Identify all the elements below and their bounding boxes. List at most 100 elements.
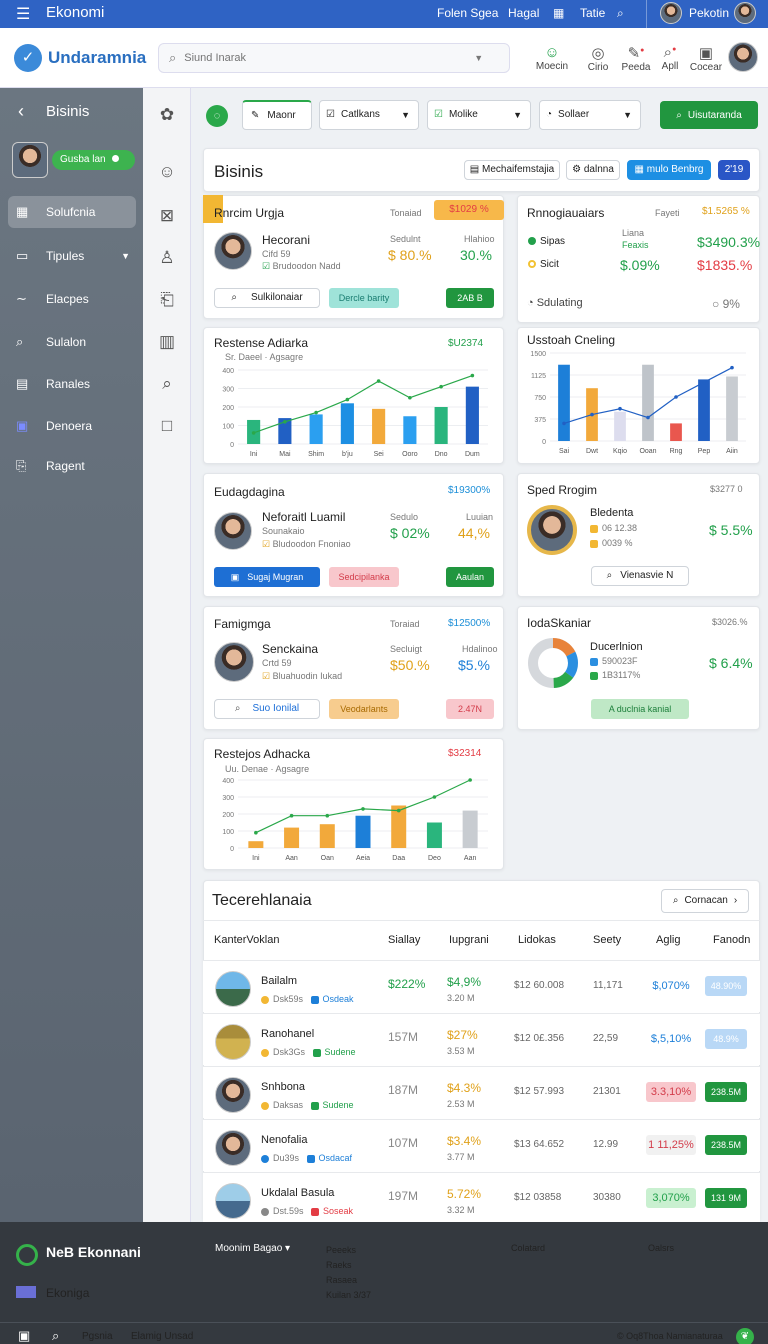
table-header-cell[interactable]: Siallay — [388, 934, 420, 946]
table-header-cell[interactable]: Aglig — [656, 934, 680, 946]
card-tag-button[interactable]: Veodarlants — [329, 699, 399, 719]
table-header-cell[interactable]: Fanodn — [713, 934, 750, 946]
briefcase-icon[interactable]: ▥ — [143, 332, 191, 352]
card-title: Rnnogiauaiars — [527, 206, 605, 220]
sidebar-item-elacpes[interactable]: ∼ Elacpes — [8, 283, 136, 315]
card-search-button[interactable]: ⌕ Sulkilonaiar — [214, 288, 320, 308]
dropdown-label: Catlkans — [340, 109, 380, 120]
donut-chart — [528, 638, 578, 688]
primary-button[interactable]: ⌕ Uisutaranda — [660, 101, 758, 129]
square-icon[interactable]: □ — [143, 416, 191, 436]
table-header-cell[interactable]: Iupgrani — [449, 934, 489, 946]
grid-icon[interactable]: ▦ — [553, 6, 564, 20]
row-cell: 5.72% — [447, 1187, 482, 1201]
row-cell-badge: $,5,10% — [650, 1033, 692, 1045]
footer-sub[interactable]: Ekoniga — [46, 1286, 89, 1300]
card-tag-button[interactable]: Sedcipilanka — [329, 567, 399, 587]
sidebar-item-tipules[interactable]: ▭ Tipules ▼ — [8, 240, 136, 272]
search-input[interactable] — [184, 52, 475, 64]
tag-dot-icon — [261, 1207, 269, 1216]
footer-link[interactable]: Raeks — [326, 1258, 371, 1273]
panel-button-4[interactable]: 2'19 — [718, 160, 750, 180]
row-sub: Liana — [622, 228, 645, 238]
avatar[interactable] — [12, 142, 48, 178]
card-action-button[interactable]: Aaulan — [446, 567, 494, 587]
search-icon[interactable]: ⌕ — [143, 374, 191, 394]
leaf-icon[interactable]: ❦ — [736, 1328, 754, 1344]
footer-link[interactable]: Kuilan 3/37 — [326, 1288, 371, 1303]
tab-maonr[interactable]: ✎ Maonr — [242, 100, 312, 130]
top-link-1[interactable]: Folen Sgea — [437, 6, 498, 20]
header-icon-person[interactable]: ☺ Moecin — [530, 44, 574, 72]
avatar[interactable] — [734, 2, 756, 24]
settings-icon[interactable]: ✿ — [143, 105, 191, 125]
leaf-icon[interactable]: ◌ — [206, 105, 228, 127]
top-link-2[interactable]: Hagal — [508, 6, 539, 20]
footer-link[interactable]: Elamig Unsad — [131, 1331, 193, 1342]
row-action-badge[interactable]: 131 9M — [705, 1188, 747, 1208]
hamburger-icon[interactable]: ☰ — [16, 4, 30, 24]
panel-button-2[interactable]: ⚙ dalnna — [566, 160, 620, 180]
header-icon-doc[interactable]: ▣ Cocear — [684, 44, 728, 73]
table-header-cell[interactable]: Seety — [593, 934, 621, 946]
status-badge[interactable]: Gusba lan — [52, 150, 135, 170]
inbox-icon[interactable]: ⊠ — [143, 206, 191, 226]
back-icon[interactable]: ‹ — [18, 101, 24, 122]
logo-icon[interactable]: ✓ — [14, 44, 42, 72]
row-action-badge[interactable]: 48.90% — [705, 976, 747, 996]
row-action-badge[interactable]: 238.5M — [705, 1135, 747, 1155]
top-link-3[interactable]: Tatie — [580, 6, 605, 20]
table-row[interactable]: Ukdalal Basula Dst.59s Soseak 197M 5.72% 3.3… — [203, 1172, 760, 1224]
table-row[interactable]: Snhbona Daksas Sudene 187M $4.3% 2.53 M $12 5… — [203, 1066, 760, 1118]
sidebar-item-ragent[interactable]: ⎘ Ragent — [8, 450, 136, 482]
panel-search-button[interactable]: ▤ Mechaifemstajia — [464, 160, 560, 180]
row-cell: $3.4% — [447, 1134, 482, 1148]
sidebar-item-solufcnia[interactable]: ▦ Solufcnia — [8, 196, 136, 228]
table-header-cell[interactable]: Lidokas — [518, 934, 556, 946]
people-icon[interactable]: ♙ — [143, 248, 191, 268]
card-view-button[interactable]: ⌕ Vienasvie N — [591, 566, 689, 586]
search-icon[interactable]: ⌕ — [52, 1328, 59, 1344]
search-icon[interactable]: ⌕ — [617, 6, 624, 21]
footer-menu[interactable]: Moonim Bagao ▾ — [215, 1243, 290, 1254]
card-line-1: 590023F — [590, 656, 638, 666]
table-row[interactable]: Ranohanel Dsk3Gs Sudene 157M $27% 3.53 M $12 … — [203, 1013, 760, 1065]
sidebar-item-label: Solufcnia — [46, 205, 96, 219]
footer-link[interactable]: Rasaea — [326, 1273, 371, 1288]
avatar[interactable] — [660, 2, 682, 24]
chart-point — [468, 778, 472, 782]
table-header-cell[interactable]: KanterVoklan — [214, 934, 279, 946]
card-action-button[interactable]: 2.47N — [446, 699, 494, 719]
table-row[interactable]: Bailalm Dsk59s Osdeak $222% $4,9% 3.20 M $12 … — [203, 960, 760, 1012]
panel-button-3[interactable]: ▦ mulo Benbrg — [627, 160, 711, 180]
user-icon[interactable]: ☺ — [143, 162, 191, 182]
search-icon: ⌕ — [672, 895, 679, 906]
table-row[interactable]: Nenofalia Du39s Osdacaf 107M $3.4% 3.77 M $13… — [203, 1119, 760, 1171]
row-action-badge[interactable]: 48.9% — [705, 1029, 747, 1049]
footer-col-heading: Colatard — [511, 1243, 546, 1253]
row-action-badge[interactable]: 238.5M — [705, 1082, 747, 1102]
card-tag-button[interactable]: Dercle barity — [329, 288, 399, 308]
y-tick-label: 200 — [222, 812, 234, 819]
sidebar-item-denoera[interactable]: ▣ Denoera — [8, 410, 136, 442]
card-search-button[interactable]: ⌕ Suo Ionilal — [214, 699, 320, 719]
dropdown-molike[interactable]: ☑ Molike ▼ — [427, 100, 531, 130]
card-action-button[interactable]: 2AB B — [446, 288, 494, 308]
user-name[interactable]: Pekotin — [689, 6, 729, 20]
search-box[interactable]: ⌕ ▼ — [158, 43, 510, 73]
logo-text[interactable]: Undaramnia — [48, 48, 146, 68]
table-title: Tecerehlanaia — [212, 892, 312, 909]
square-icon[interactable]: ▣ — [18, 1328, 30, 1344]
sidebar-item-sulalon[interactable]: ⌕ Sulalon — [8, 326, 136, 358]
footer-link[interactable]: Pgsnia — [82, 1331, 113, 1342]
footer-link[interactable]: Peeeks — [326, 1243, 371, 1258]
card-action-button[interactable]: A duclnia kanial — [591, 699, 689, 719]
dropdown-catlkans[interactable]: ☑ Catlkans ▼ — [319, 100, 419, 130]
sidebar-item-ranales[interactable]: ▤ Ranales — [8, 368, 136, 400]
dropdown-sollaer[interactable]: ◔ Sollaer ▼ — [539, 100, 641, 130]
avatar[interactable] — [728, 42, 758, 72]
table-search-button[interactable]: ⌕ Cornacan › — [661, 889, 749, 913]
card-primary-button[interactable]: ▣ Sugaj Mugran — [214, 567, 320, 587]
chart-bar — [614, 411, 626, 441]
bookmark-icon[interactable]: ⎗ — [143, 290, 191, 310]
